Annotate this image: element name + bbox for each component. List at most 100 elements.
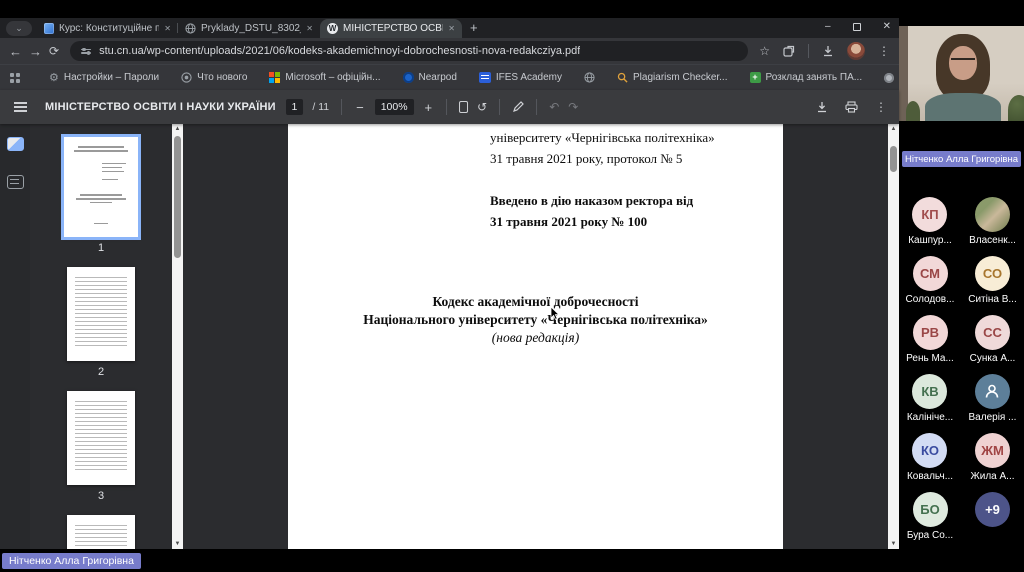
participant-name: Кашпур... [908,235,952,246]
document-favicon [44,23,54,34]
pdf-sidebar-tabs [0,124,30,549]
participant-tile-9[interactable]: КОКовальч... [907,433,953,492]
bookmark-item-2[interactable]: Что нового [177,72,251,83]
redo-icon[interactable]: ↷ [568,100,578,114]
apps-grid-icon[interactable] [10,73,20,83]
thumbnail-page-number: 1 [98,242,104,254]
participant-name: Власенк... [969,235,1016,246]
scroll-up-icon[interactable]: ▲ [888,126,899,132]
scroll-down-icon[interactable]: ▼ [888,541,899,547]
pdf-viewer-body: 123 ▲ ▼ університету «Чернігівська політ… [0,124,899,549]
downloads-icon[interactable] [822,45,834,57]
undo-icon[interactable]: ↶ [549,100,559,114]
participant-name: Сунка А... [970,353,1016,364]
print-icon[interactable] [845,101,858,113]
zoom-level[interactable]: 100% [375,99,414,115]
approval-block: університету «Чернігівська політехніка» … [490,128,715,232]
browser-tab-2[interactable]: Pryklady_DSTU_8302_2015.pdf✕ [178,19,320,38]
participant-name: Жила А... [971,471,1015,482]
participant-tile-6[interactable]: СССунка А... [970,315,1016,374]
bookmark-item-3[interactable]: Microsoft – офіційн... [265,72,384,83]
thumbnail-scrollbar[interactable]: ▲ ▼ [172,124,183,549]
browser-tab-3[interactable]: WМІНІСТЕРСТВО ОСВІТИ І НАУ✕ [320,19,462,38]
calendar-plus-icon: + [750,72,761,83]
bookmark-item-5[interactable]: IFES Academy [475,72,566,83]
participant-avatar [975,374,1010,409]
participant-tile-11[interactable]: БОБура Со... [907,492,953,551]
back-button[interactable]: ← [9,45,22,58]
participant-avatar: СМ [913,256,948,291]
page-thumbnail-4[interactable] [67,515,135,549]
address-bar[interactable]: stu.cn.ua/wp-content/uploads/2021/06/kod… [70,41,748,61]
participant-tile-10[interactable]: ЖМ Жила А... [971,433,1015,492]
annotate-pen-icon[interactable] [512,101,524,113]
outline-view-icon[interactable] [7,175,24,189]
participant-avatar: СО [975,256,1010,291]
profile-avatar[interactable] [847,42,865,60]
participant-tile-4[interactable]: СО Ситіна В... [968,256,1016,315]
participant-name: Валерія ... [969,412,1017,423]
browser-menu-icon[interactable]: ⋮ [878,44,890,58]
minimize-button[interactable]: – [825,21,831,32]
tab-close-icon[interactable]: ✕ [448,24,455,33]
page-thumbnail-1[interactable] [64,137,138,237]
pdf-toolbar: МІНІСТЕРСТВО ОСВІТИ І НАУКИ УКРАЇНИ 1 / … [0,90,899,124]
participant-name: Ситіна В... [968,294,1016,305]
scroll-up-icon[interactable]: ▲ [172,126,183,132]
tab-close-icon[interactable]: ✕ [164,24,171,33]
presenter-name-label: Нітченко Алла Григорівна [902,151,1021,167]
pdf-document-title: МІНІСТЕРСТВО ОСВІТИ І НАУКИ УКРАЇНИ [45,101,276,113]
download-pdf-icon[interactable] [816,101,828,113]
scroll-down-icon[interactable]: ▼ [172,541,183,547]
extensions-icon[interactable] [783,45,795,57]
participant-tile-7[interactable]: КВ Калініче... [907,374,953,433]
participant-tile-12[interactable]: +9 [975,492,1010,551]
reload-button[interactable]: ⟳ [49,45,59,57]
bookmark-item-8[interactable]: +Розклад занять ПА... [746,72,867,83]
zoom-out-button[interactable]: − [354,100,366,115]
page-thumbnail-3[interactable] [67,391,135,485]
url-text[interactable]: stu.cn.ua/wp-content/uploads/2021/06/kod… [99,45,580,57]
new-tab-button[interactable]: + [470,20,478,35]
pdf-page: університету «Чернігівська політехніка» … [288,124,783,549]
page-thumbnail-2[interactable] [67,267,135,361]
ifes-icon [479,72,491,83]
participant-tile-8[interactable]: Валерія ... [969,374,1017,433]
bookmark-item-4[interactable]: Nearpod [399,72,461,83]
page-number-input[interactable]: 1 [286,99,304,115]
rotate-icon[interactable]: ↺ [477,100,487,114]
nearpod-icon [403,72,414,83]
participant-avatar: ЖМ [975,433,1010,468]
forward-button[interactable]: → [29,45,42,58]
bookmark-star-icon[interactable]: ☆ [759,44,770,58]
zoom-in-button[interactable]: + [423,100,435,115]
pdf-main-scrollbar[interactable]: ▲ ▼ [888,124,899,549]
pdf-more-menu-icon[interactable]: ⋮ [875,100,887,114]
fit-page-icon[interactable] [459,101,468,113]
bookmark-item-6[interactable] [580,72,599,83]
bookmark-item-1[interactable]: ⚙Настройки – Пароли [45,71,163,84]
restore-button[interactable] [853,23,861,31]
participant-avatar: КО [912,433,947,468]
browser-tab-1[interactable]: Курс: Конституційне право Ук✕ [36,19,178,38]
participant-avatar: БО [913,492,948,527]
bookmark-item-7[interactable]: Plagiarism Checker... [613,72,731,83]
pdf-page-area: університету «Чернігівська політехніка» … [183,124,888,549]
tab-search-button[interactable]: ⌄ [6,21,32,36]
participant-tile-3[interactable]: СМСолодов... [906,256,955,315]
site-settings-icon[interactable] [81,49,91,54]
globe-icon [185,23,196,34]
participant-tile-2[interactable]: Власенк... [969,197,1016,256]
self-name-label: Нітченко Алла Григорівна [2,553,141,569]
participant-tile-5[interactable]: РВРень Ма... [906,315,954,374]
close-window-button[interactable]: ✕ [883,21,891,32]
tab-close-icon[interactable]: ✕ [306,24,313,33]
presenter-video[interactable] [899,26,1024,121]
pdf-menu-icon[interactable] [14,102,27,112]
thumbnail-page-number: 3 [98,490,104,502]
thumbnails-view-icon[interactable] [7,137,24,151]
participant-name: Калініче... [907,412,953,423]
participant-avatar: КВ [912,374,947,409]
bookmarks-bar: ⚙Настройки – Пароли Что нового Microsoft –… [0,64,899,90]
participant-tile-1[interactable]: КПКашпур... [908,197,952,256]
